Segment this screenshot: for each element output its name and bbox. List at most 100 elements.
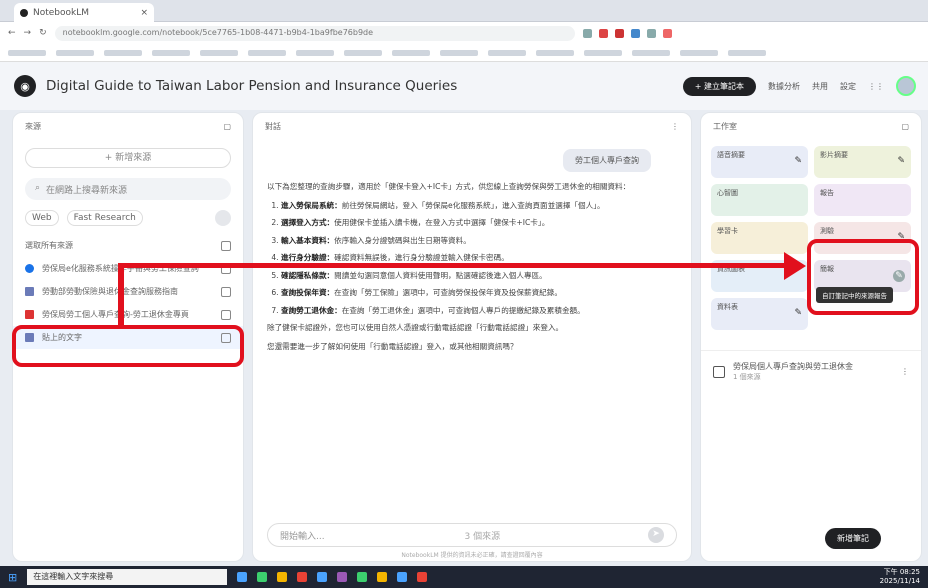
reload-icon[interactable]: ↻ (39, 28, 47, 38)
step-item: 查詢勞工退休金：在查詢「勞工退休金」選項中，可查詢個人專戶的提繳紀錄及累積金額。 (281, 305, 677, 318)
note-icon (713, 365, 725, 378)
collapse-panel-icon[interactable]: ▢ (901, 122, 909, 131)
back-icon[interactable]: ← (8, 28, 16, 38)
close-tab-icon[interactable]: × (140, 8, 148, 18)
assistant-response: 以下為您整理的查詢步驟，適用於「健保卡登入+IC卡」方式，供您線上查詢勞保與勞工… (267, 181, 677, 359)
edit-icon[interactable]: ✎ (794, 308, 802, 318)
bookmark[interactable] (584, 49, 622, 56)
search-icon: ⌕ (35, 183, 41, 193)
taskbar-app-icon[interactable] (297, 572, 308, 582)
edit-icon[interactable]: ✎ (897, 156, 905, 166)
bookmark[interactable] (296, 49, 334, 56)
extension-icon[interactable] (630, 28, 640, 38)
chat-disclaimer: NotebookLM 提供的資訊未必正確，請查證回覆內容 (401, 552, 543, 559)
analytics-button[interactable]: 數據分析 (768, 81, 800, 92)
bookmark[interactable] (488, 49, 526, 56)
chat-input[interactable]: 開始輸入... 3 個來源 ➤ (267, 523, 677, 547)
step-text: 前往勞保局網站，登入「勞保局e化服務系統」，進入查詢頁面並選擇「個人」。 (341, 200, 605, 210)
step-text: 確認資料無誤後，進行身分驗證並輸入健保卡密碼。 (334, 253, 509, 262)
step-heading: 查詢勞工退休金： (281, 305, 342, 315)
share-button[interactable]: 共用 (812, 81, 828, 92)
studio-tile-mindmap[interactable]: 心智圖 (711, 184, 808, 216)
chat-options-icon[interactable]: ⋮ (671, 122, 679, 131)
research-mode-dropdown[interactable]: Fast Research (66, 210, 143, 226)
web-filter-dropdown[interactable]: Web (25, 210, 59, 226)
settings-button[interactable]: 設定 (840, 81, 856, 92)
source-item[interactable]: 勞保局勞工個人專戶查詢-勞工退休金專頁 (13, 303, 243, 326)
bookmark[interactable] (632, 49, 670, 56)
submit-search-button[interactable] (215, 210, 231, 226)
more-options-icon[interactable]: ⋮ (901, 367, 909, 376)
taskbar-app-icon[interactable] (317, 572, 328, 582)
studio-tile-report[interactable]: 報告 (814, 184, 911, 216)
pdf-icon (25, 310, 34, 319)
bookmark[interactable] (152, 49, 190, 56)
taskbar-app-icon[interactable] (277, 572, 288, 582)
taskbar-app-icon[interactable] (237, 572, 248, 582)
forward-icon[interactable]: → (24, 28, 32, 38)
windows-start-icon[interactable]: ⊞ (8, 571, 17, 584)
bookmark[interactable] (680, 49, 718, 56)
step-heading: 進行身分驗證： (281, 253, 335, 262)
url-bar[interactable]: notebooklm.google.com/notebook/5ce7765-1… (54, 25, 575, 41)
source-item[interactable]: 勞保局e化服務系統操作手冊與勞工保險查詢 (13, 257, 243, 280)
step-heading: 確認隱私條款： (281, 270, 335, 280)
studio-tile-video[interactable]: 影片摘要 ✎ (814, 146, 911, 178)
notebooklm-logo-icon[interactable]: ◉ (14, 75, 36, 97)
extension-icon[interactable] (598, 28, 608, 38)
bookmark[interactable] (344, 49, 382, 56)
collapse-panel-icon[interactable]: ▢ (223, 122, 231, 131)
send-icon[interactable]: ➤ (648, 527, 664, 543)
taskbar-app-icon[interactable] (377, 572, 388, 582)
saved-note[interactable]: 勞保局個人專戶查詢與勞工退休金 1 個來源 ⋮ (701, 350, 921, 392)
taskbar-app-icon[interactable] (337, 572, 348, 582)
tile-label: 測驗 (820, 227, 834, 235)
taskbar-search[interactable]: 在這裡輸入文字來搜尋 (27, 569, 228, 585)
avatar[interactable] (896, 76, 916, 96)
tile-label: 資料表 (717, 303, 738, 311)
bookmark[interactable] (728, 49, 766, 56)
taskbar-app-icon[interactable] (257, 572, 268, 582)
apps-grid-icon[interactable]: ⋮⋮ (868, 82, 884, 91)
source-item[interactable]: 勞動部勞動保險與退休金查詢服務指南 (13, 280, 243, 303)
response-intro: 以下為您整理的查詢步驟，適用於「健保卡登入+IC卡」方式，供您線上查詢勞保與勞工… (267, 182, 631, 191)
bookmark[interactable] (56, 49, 94, 56)
doc-icon (25, 287, 34, 296)
bookmark[interactable] (104, 49, 142, 56)
add-note-button[interactable]: 新增筆記 (825, 528, 881, 549)
select-all-checkbox[interactable] (221, 240, 231, 251)
taskbar-app-icon[interactable] (357, 572, 368, 582)
taskbar-app-icon[interactable] (397, 572, 408, 582)
step-item: 輸入基本資料：依序輸入身分證號碼與出生日期等資料。 (281, 235, 677, 248)
bookmark[interactable] (536, 49, 574, 56)
step-heading: 進入勞保局系統： (281, 200, 342, 210)
create-notebook-button[interactable]: + 建立筆記本 (682, 76, 756, 96)
source-search-input[interactable]: ⌕ 在網路上搜尋新來源 (25, 178, 231, 200)
bookmark[interactable] (200, 49, 238, 56)
step-heading: 選擇登入方式： (281, 218, 335, 227)
notebook-title[interactable]: Digital Guide to Taiwan Labor Pension an… (46, 78, 457, 94)
extension-icon[interactable] (582, 28, 592, 38)
edit-icon[interactable]: ✎ (794, 156, 802, 166)
system-clock[interactable]: 下午 08:25 2025/11/14 (880, 568, 920, 586)
select-all-row[interactable]: 選取所有來源 (13, 234, 243, 257)
source-checkbox[interactable] (221, 309, 231, 320)
bookmark[interactable] (248, 49, 286, 56)
bookmark[interactable] (440, 49, 478, 56)
source-checkbox[interactable] (221, 286, 231, 297)
tile-label: 學習卡 (717, 227, 738, 235)
studio-tile-audio[interactable]: 語音摘要 ✎ (711, 146, 808, 178)
add-source-button[interactable]: + 新增來源 (25, 148, 231, 168)
bookmark[interactable] (8, 49, 46, 56)
taskbar-app-icon[interactable] (417, 572, 428, 582)
browser-tab[interactable]: NotebookLM × (14, 3, 154, 22)
step-text: 閱讀並勾選同意個人資料使用聲明，點選確認後進入個人專區。 (334, 270, 547, 280)
tab-title: NotebookLM (33, 7, 90, 18)
studio-tile-table[interactable]: 資料表 ✎ (711, 298, 808, 330)
response-outro: 除了健保卡認證外，您也可以使用自然人憑證或行動電話認證「行動電話認證」來登入。 (267, 323, 564, 332)
extension-icon[interactable] (662, 28, 672, 38)
extension-icon[interactable] (646, 28, 656, 38)
extension-icon[interactable] (614, 28, 624, 38)
bookmark[interactable] (392, 49, 430, 56)
search-placeholder: 在網路上搜尋新來源 (46, 186, 128, 196)
